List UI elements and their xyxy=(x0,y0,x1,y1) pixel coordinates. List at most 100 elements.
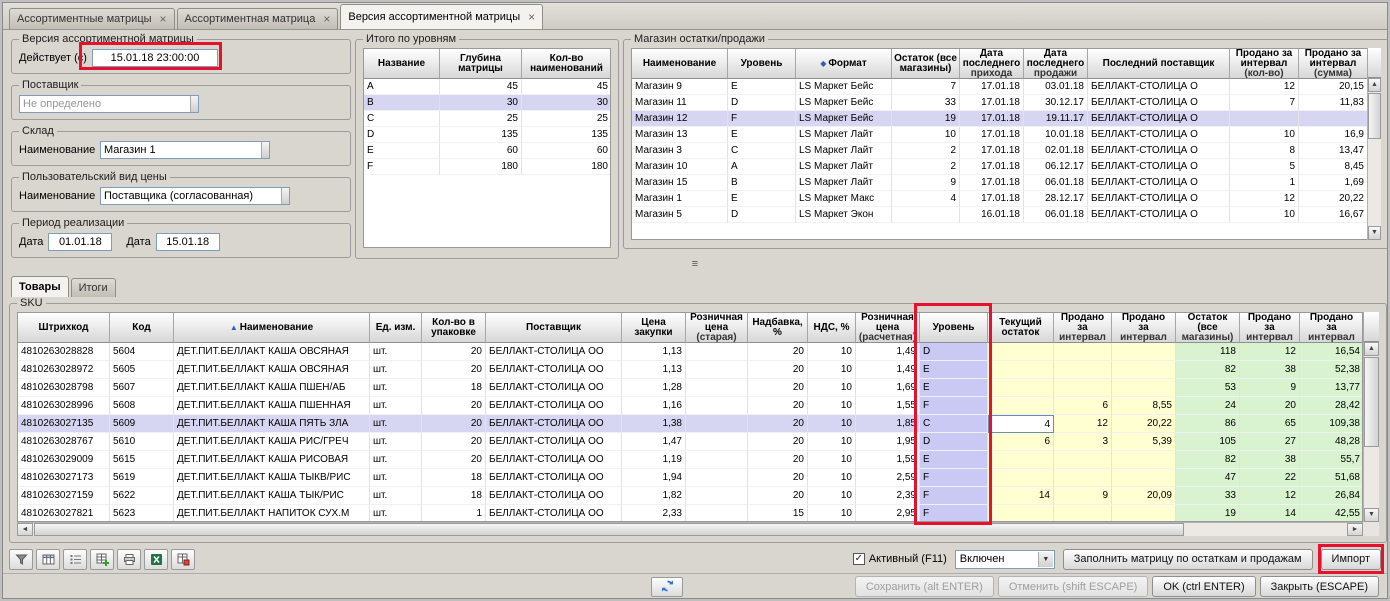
cell[interactable]: 20 xyxy=(422,451,486,469)
cell[interactable]: БЕЛЛАКТ-СТОЛИЦА ОО xyxy=(486,451,622,469)
cell[interactable]: 82 xyxy=(1176,361,1240,379)
cell[interactable]: шт. xyxy=(370,505,422,522)
cell[interactable]: 17.01.18 xyxy=(960,127,1024,143)
table-row[interactable]: 48102630271735619ДЕТ.ПИТ.БЕЛЛАКТ КАША ТЫ… xyxy=(18,469,1362,487)
table-row[interactable]: 48102630289965608ДЕТ.ПИТ.БЕЛЛАКТ КАША ПШ… xyxy=(18,397,1362,415)
cell[interactable]: 20,22 xyxy=(1112,415,1176,433)
cell[interactable]: 5604 xyxy=(110,343,174,361)
cell[interactable]: шт. xyxy=(370,469,422,487)
cell[interactable]: 45 xyxy=(440,79,522,95)
table-row[interactable]: Магазин 1ELS Маркет Макс417.01.1828.12.1… xyxy=(632,191,1380,207)
status-dropdown[interactable]: Включен ▼ xyxy=(955,550,1055,569)
cell[interactable] xyxy=(686,379,748,397)
cell[interactable]: БЕЛЛАКТ-СТОЛИЦА О xyxy=(1088,143,1230,159)
cell[interactable]: 4810263028798 xyxy=(18,379,110,397)
cell[interactable]: 10 xyxy=(808,415,856,433)
cell[interactable]: 26,84 xyxy=(1300,487,1363,505)
supplier-input[interactable]: Не определено xyxy=(19,95,199,113)
column-header[interactable]: Поставщик xyxy=(486,313,622,343)
cell[interactable]: E xyxy=(920,451,988,469)
cell[interactable]: C xyxy=(920,415,988,433)
cell[interactable]: ДЕТ.ПИТ.БЕЛЛАКТ КАША ПШЕН/АБ xyxy=(174,379,370,397)
cell[interactable]: 180 xyxy=(440,159,522,175)
rows-icon[interactable] xyxy=(63,549,87,570)
stores-scrollbar[interactable]: ▲ ▼ xyxy=(1367,78,1381,240)
cell[interactable]: 8,45 xyxy=(1299,159,1368,175)
scroll-down-icon[interactable]: ▼ xyxy=(1368,226,1381,240)
cell[interactable]: 20 xyxy=(422,433,486,451)
cell[interactable]: шт. xyxy=(370,451,422,469)
cell[interactable]: 48,28 xyxy=(1300,433,1363,451)
cell[interactable]: 16,54 xyxy=(1300,343,1363,361)
filter-icon[interactable] xyxy=(9,549,33,570)
cell[interactable]: F xyxy=(728,111,796,127)
cell[interactable]: 17.01.18 xyxy=(960,143,1024,159)
cell[interactable] xyxy=(988,361,1054,379)
cell[interactable]: 17.01.18 xyxy=(960,191,1024,207)
cell[interactable]: 30.12.17 xyxy=(1024,95,1088,111)
cell[interactable]: БЕЛЛАКТ-СТОЛИЦА О xyxy=(1088,95,1230,111)
cell[interactable]: шт. xyxy=(370,487,422,505)
cell[interactable]: БЕЛЛАКТ-СТОЛИЦА О xyxy=(1088,159,1230,175)
cell[interactable]: C xyxy=(728,143,796,159)
cell[interactable]: B xyxy=(728,175,796,191)
cell[interactable]: 82 xyxy=(1176,451,1240,469)
cell[interactable]: 7 xyxy=(892,79,960,95)
cell[interactable]: LS Маркет Экон xyxy=(796,207,892,223)
column-header[interactable]: Уровень xyxy=(728,49,796,79)
cell[interactable] xyxy=(1054,361,1112,379)
cell[interactable]: 33 xyxy=(892,95,960,111)
cell[interactable] xyxy=(1112,343,1176,361)
cell[interactable]: 5607 xyxy=(110,379,174,397)
cell[interactable]: ДЕТ.ПИТ.БЕЛЛАКТ НАПИТОК СУХ.М xyxy=(174,505,370,522)
cell[interactable]: БЕЛЛАКТ-СТОЛИЦА ОО xyxy=(486,379,622,397)
cell[interactable]: 10 xyxy=(808,397,856,415)
cell[interactable]: 4810263028828 xyxy=(18,343,110,361)
table-row[interactable]: B3030 xyxy=(364,95,610,111)
cell[interactable]: 10 xyxy=(808,469,856,487)
cell[interactable] xyxy=(892,207,960,223)
column-header[interactable]: Код xyxy=(110,313,174,343)
cell[interactable]: 1,49 xyxy=(856,343,920,361)
cell[interactable]: 4 xyxy=(892,191,960,207)
table-row[interactable]: 48102630271355609ДЕТ.ПИТ.БЕЛЛАКТ КАША ПЯ… xyxy=(18,415,1362,433)
cell[interactable]: 19 xyxy=(1176,505,1240,522)
cell[interactable]: E xyxy=(728,127,796,143)
cell[interactable]: 17.01.18 xyxy=(960,159,1024,175)
cell[interactable]: 51,68 xyxy=(1300,469,1363,487)
cell[interactable] xyxy=(686,343,748,361)
import-button[interactable]: Импорт xyxy=(1321,549,1381,570)
cell[interactable]: 20,22 xyxy=(1299,191,1368,207)
cell[interactable]: LS Маркет Лайт xyxy=(796,175,892,191)
cell[interactable]: 5 xyxy=(1230,159,1299,175)
cell[interactable]: LS Маркет Бейс xyxy=(796,79,892,95)
table-row[interactable]: Магазин 9ELS Маркет Бейс717.01.1803.01.1… xyxy=(632,79,1380,95)
cell[interactable]: 12 xyxy=(1230,79,1299,95)
table-row[interactable]: A4545 xyxy=(364,79,610,95)
cell[interactable]: 1 xyxy=(422,505,486,522)
cell[interactable]: 5615 xyxy=(110,451,174,469)
splitter-handle[interactable]: ≡ xyxy=(3,260,1387,270)
cell[interactable]: 5608 xyxy=(110,397,174,415)
cell[interactable]: Магазин 15 xyxy=(632,175,728,191)
cell[interactable]: E xyxy=(728,191,796,207)
column-header[interactable]: Текущийостаток xyxy=(988,313,1054,343)
cell[interactable]: Магазин 12 xyxy=(632,111,728,127)
cell[interactable]: 6 xyxy=(1054,397,1112,415)
cell[interactable]: 5619 xyxy=(110,469,174,487)
fill-matrix-button[interactable]: Заполнить матрицу по остаткам и продажам xyxy=(1063,549,1313,570)
cell[interactable]: 06.01.18 xyxy=(1024,175,1088,191)
dropdown-arrow-icon[interactable]: ▼ xyxy=(1038,552,1053,567)
cell[interactable]: ДЕТ.ПИТ.БЕЛЛАКТ КАША ПШЕННАЯ xyxy=(174,397,370,415)
cell[interactable]: 4810263028996 xyxy=(18,397,110,415)
cell[interactable]: 4810263027135 xyxy=(18,415,110,433)
cell[interactable]: D xyxy=(920,433,988,451)
scroll-down-icon[interactable]: ▼ xyxy=(1364,508,1379,522)
cell[interactable]: шт. xyxy=(370,397,422,415)
columns-icon[interactable] xyxy=(36,549,60,570)
cell[interactable] xyxy=(686,469,748,487)
cell[interactable]: 15 xyxy=(748,505,808,522)
cell[interactable] xyxy=(1112,451,1176,469)
cell[interactable]: D xyxy=(728,207,796,223)
cell[interactable]: 20 xyxy=(748,397,808,415)
